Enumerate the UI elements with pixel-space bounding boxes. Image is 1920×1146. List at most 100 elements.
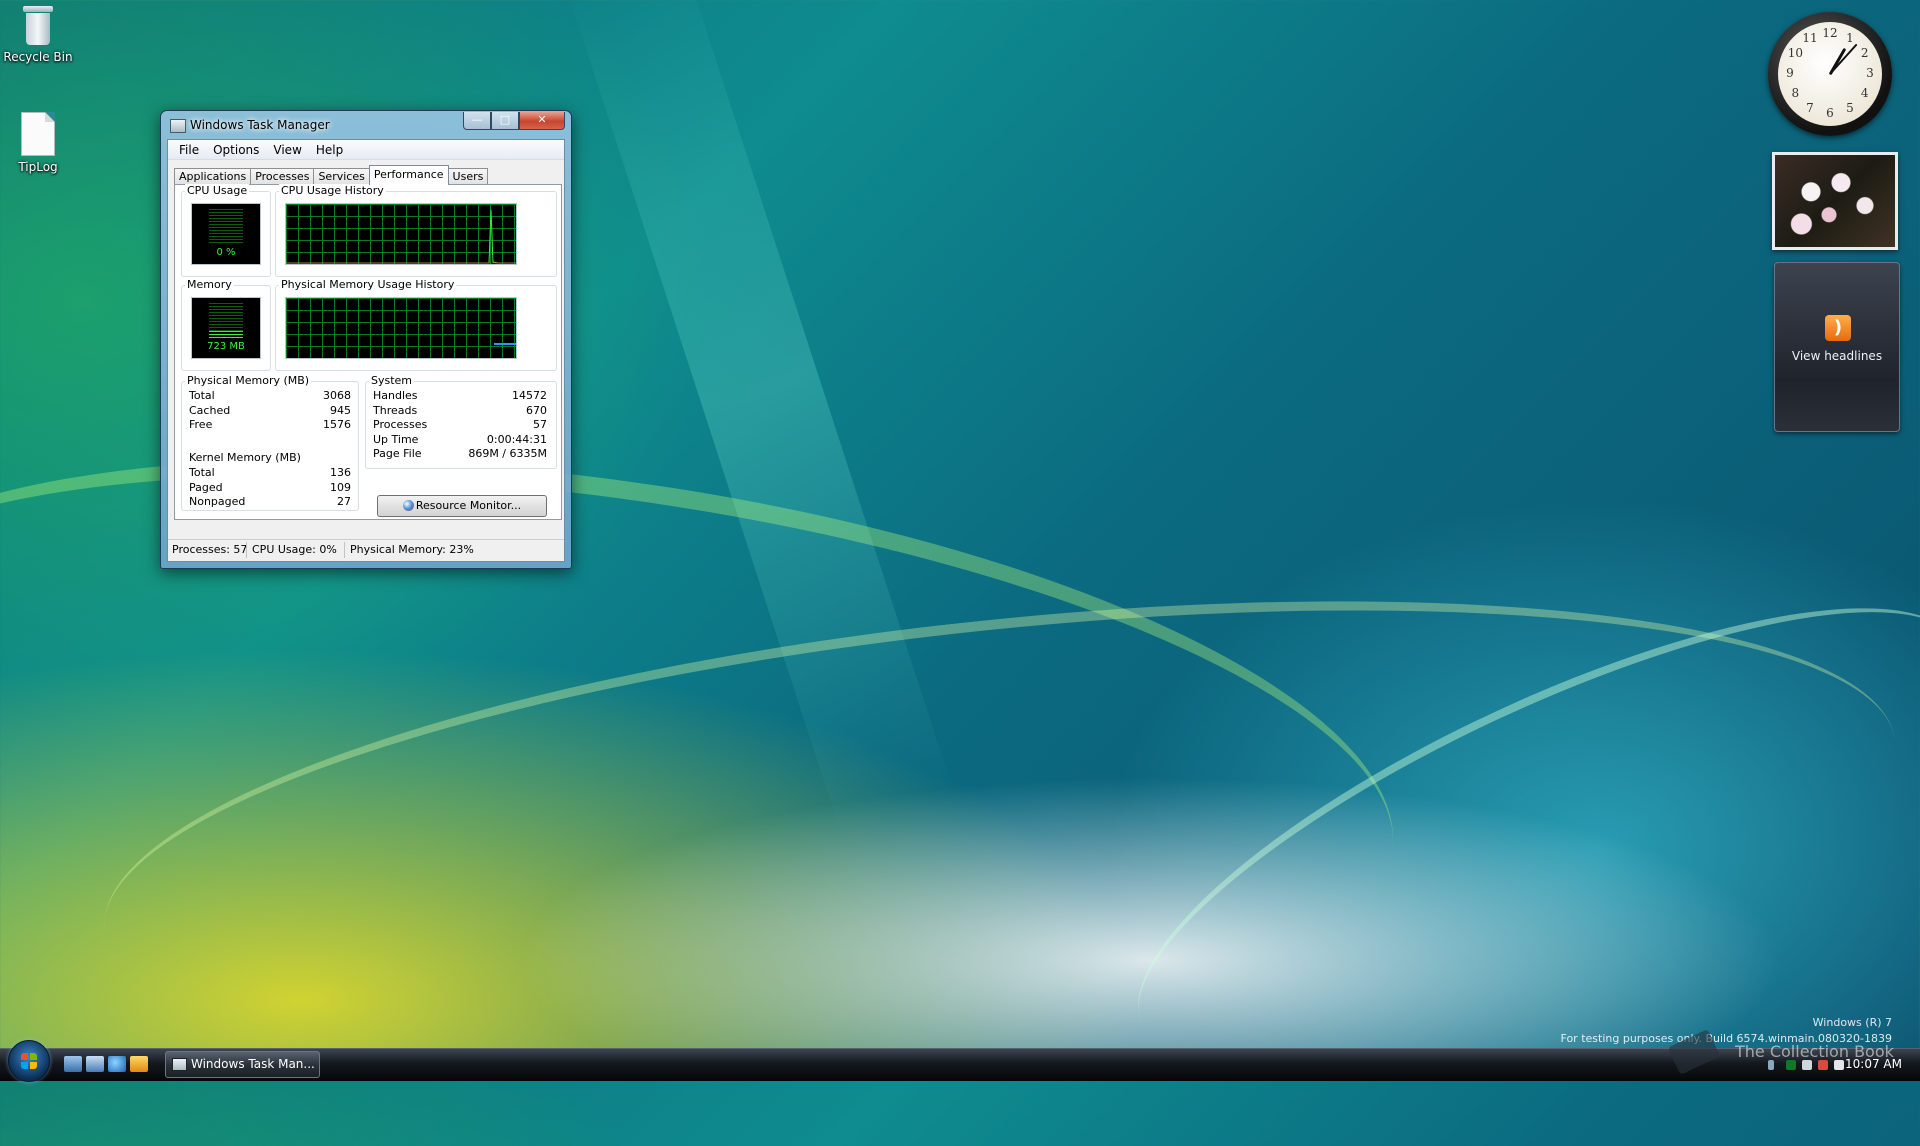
cpu-usage-value: 0 % — [216, 247, 236, 258]
action-center-icon[interactable] — [1818, 1060, 1828, 1070]
clock-number: 6 — [1826, 106, 1834, 120]
build-watermark-line1: Windows (R) 7 — [1812, 1016, 1892, 1029]
volume-icon[interactable] — [1834, 1060, 1844, 1070]
memory-value: 723 MB — [207, 341, 245, 352]
status-separator — [246, 542, 247, 558]
clock-number: 8 — [1791, 86, 1800, 100]
clock-number: 9 — [1786, 66, 1794, 80]
physical-memory-stats: Total 3068 Cached 945 Free 1576 — [189, 389, 351, 433]
close-button[interactable]: ✕ — [519, 112, 565, 130]
stat-value: 1576 — [323, 418, 351, 431]
stat-row: Paged 109 — [189, 481, 351, 496]
stat-value: 869M / 6335M — [468, 447, 547, 460]
rss-icon: ) — [1825, 315, 1851, 341]
start-button[interactable] — [8, 1040, 50, 1082]
desktop-icon-recycle-bin[interactable]: Recycle Bin — [0, 4, 76, 64]
desktop-icon-label: Recycle Bin — [3, 50, 73, 64]
stat-value: 670 — [526, 403, 547, 417]
cpu-history-graph — [285, 203, 517, 265]
task-manager-icon — [170, 119, 186, 133]
taskbar-clock[interactable]: 10:07 AM — [1845, 1057, 1902, 1071]
stat-value: 0:00:44:31 — [486, 432, 547, 446]
minimize-button[interactable]: — — [463, 112, 491, 130]
tab-performance[interactable]: Performance — [368, 165, 449, 185]
task-manager-window[interactable]: Windows Task Manager — □ ✕ File Options … — [160, 110, 572, 569]
tab-processes[interactable]: Processes — [250, 168, 315, 185]
task-manager-tray-icon[interactable] — [1786, 1060, 1796, 1070]
stat-label: Total — [189, 466, 215, 479]
stat-value: 3068 — [323, 389, 351, 402]
taskbar-button-task-manager[interactable]: Windows Task Man... — [165, 1051, 320, 1078]
menu-bar: File Options View Help — [168, 140, 564, 160]
menu-view[interactable]: View — [266, 143, 308, 157]
clock-face: 12 1 2 3 4 5 6 7 8 9 10 11 — [1778, 22, 1882, 126]
stat-row: Total 3068 — [189, 389, 351, 404]
clock-gadget[interactable]: 12 1 2 3 4 5 6 7 8 9 10 11 — [1768, 12, 1892, 136]
tab-applications[interactable]: Applications — [174, 168, 252, 185]
resource-monitor-button[interactable]: Resource Monitor... — [377, 495, 547, 517]
stat-label: Total — [189, 389, 215, 402]
clock-number: 11 — [1802, 31, 1818, 46]
physical-memory-title: Physical Memory (MB) — [185, 374, 312, 387]
stat-row: Cached 945 — [189, 404, 351, 419]
menu-help[interactable]: Help — [309, 143, 350, 157]
stat-value: 136 — [330, 466, 351, 479]
clock-number: 12 — [1822, 26, 1838, 40]
memory-history-graph — [285, 297, 517, 359]
tab-services[interactable]: Services — [313, 168, 370, 185]
menu-file[interactable]: File — [172, 143, 206, 157]
desktop-icon-label: TipLog — [18, 160, 58, 174]
stat-row: Threads 670 — [373, 404, 547, 419]
stat-row: Processes 57 — [373, 418, 547, 433]
cpu-usage-meter: 0 % — [191, 203, 261, 265]
performance-panel: CPU Usage 0 % CPU Usage History Memory 7… — [174, 184, 562, 520]
resource-monitor-icon — [402, 500, 414, 511]
stat-value: 945 — [330, 403, 351, 417]
stat-row: Up Time 0:00:44:31 — [373, 433, 547, 448]
stat-label: Paged — [189, 480, 223, 494]
stat-value: 27 — [337, 495, 351, 508]
show-desktop-icon[interactable] — [64, 1056, 82, 1072]
maximize-button[interactable]: □ — [491, 112, 519, 130]
memory-fill — [209, 331, 243, 339]
stat-row: Page File 869M / 6335M — [373, 447, 547, 462]
status-cpu: CPU Usage: 0% — [252, 543, 337, 556]
stat-value: 57 — [533, 418, 547, 431]
feed-gadget-label[interactable]: View headlines — [1775, 349, 1899, 363]
clock-number: 10 — [1787, 46, 1803, 60]
memory-history-line — [494, 343, 516, 345]
stat-label: Processes — [373, 418, 428, 431]
cpu-usage-label: CPU Usage — [185, 184, 250, 197]
system-title: System — [369, 374, 415, 387]
tab-users[interactable]: Users — [447, 168, 489, 185]
window-title: Windows Task Manager — [190, 118, 330, 132]
internet-explorer-icon[interactable] — [108, 1056, 126, 1072]
clock-number: 2 — [1860, 46, 1869, 60]
cpu-history-line — [286, 209, 516, 264]
stat-label: Up Time — [373, 432, 419, 446]
kernel-memory-title: Kernel Memory (MB) — [189, 451, 301, 464]
feed-headlines-gadget[interactable]: ) View headlines — [1774, 262, 1900, 432]
show-hidden-icons-icon[interactable] — [1768, 1060, 1774, 1070]
title-bar[interactable]: Windows Task Manager — □ ✕ — [161, 111, 571, 139]
document-icon — [21, 112, 55, 156]
wallpaper-light-beam — [563, 0, 957, 837]
network-icon[interactable] — [1802, 1060, 1812, 1070]
stat-label: Cached — [189, 403, 231, 417]
system-stats: Handles 14572 Threads 670 Processes 57 Up T… — [373, 389, 547, 462]
cpu-history-label: CPU Usage History — [279, 184, 386, 197]
stat-label: Page File — [373, 447, 422, 460]
clock-number: 4 — [1860, 86, 1869, 100]
taskbar-button-label: Windows Task Man... — [191, 1057, 315, 1071]
clock-number: 1 — [1846, 31, 1854, 46]
menu-options[interactable]: Options — [206, 143, 266, 157]
stat-row: Free 1576 — [189, 418, 351, 433]
desktop-icon-tiplog[interactable]: TipLog — [0, 112, 76, 174]
status-processes: Processes: 57 — [172, 543, 248, 556]
switch-windows-icon[interactable] — [86, 1056, 104, 1072]
slideshow-gadget[interactable] — [1772, 152, 1898, 250]
media-player-icon[interactable] — [130, 1056, 148, 1072]
status-memory: Physical Memory: 23% — [350, 543, 474, 556]
stat-label: Free — [189, 418, 213, 431]
stat-label: Nonpaged — [189, 495, 246, 508]
